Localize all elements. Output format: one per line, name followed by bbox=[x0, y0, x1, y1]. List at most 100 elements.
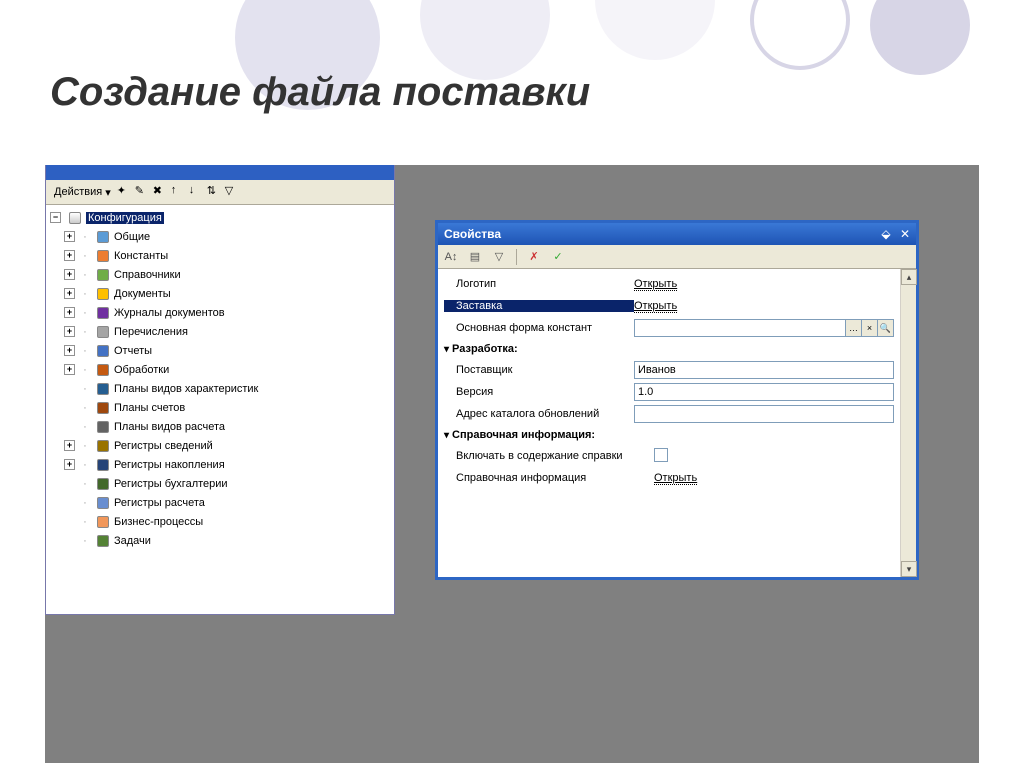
circle-deco bbox=[420, 0, 550, 80]
dev-section-header[interactable]: ▾ Разработка: bbox=[444, 339, 894, 359]
tree-item-label: Обработки bbox=[114, 364, 169, 376]
tree-item[interactable]: ·Планы видов характеристик bbox=[62, 379, 394, 398]
tree-connector: · bbox=[78, 421, 92, 433]
expand-toggle[interactable]: + bbox=[64, 250, 75, 261]
tree-connector: · bbox=[78, 440, 92, 452]
pin-icon[interactable]: ⬙ bbox=[881, 227, 890, 241]
tree-item-icon bbox=[95, 343, 111, 359]
panel-header-bar bbox=[46, 165, 394, 180]
tree-connector: · bbox=[78, 478, 92, 490]
properties-scrollbar[interactable]: ▴ ▾ bbox=[900, 269, 916, 577]
expand-toggle[interactable]: + bbox=[64, 269, 75, 280]
supplier-label: Поставщик bbox=[444, 364, 634, 376]
tree-item[interactable]: +·Регистры накопления bbox=[62, 455, 394, 474]
logo-open-link[interactable]: Открыть bbox=[634, 278, 677, 291]
filter-icon[interactable]: ▽ bbox=[225, 184, 241, 200]
tree-item[interactable]: +·Документы bbox=[62, 284, 394, 303]
splash-label[interactable]: Заставка bbox=[444, 300, 634, 312]
combo-ellipsis-icon[interactable]: … bbox=[845, 320, 861, 336]
combo-clear-icon[interactable]: × bbox=[861, 320, 877, 336]
tree-item-label: Регистры бухгалтерии bbox=[114, 478, 228, 490]
expand-toggle[interactable]: + bbox=[64, 459, 75, 470]
tree-item[interactable]: ·Планы счетов bbox=[62, 398, 394, 417]
panel-toolbar: Действия ▾ ✦ ✎ ✖ ↑ ↓ ⇅ ▽ bbox=[46, 180, 394, 205]
combo-search-icon[interactable]: 🔍 bbox=[877, 320, 893, 336]
tree-body: − Конфигурация +·Общие+·Константы+·Справ… bbox=[46, 205, 394, 614]
tree-item-icon bbox=[95, 476, 111, 492]
tree-item[interactable]: +·Отчеты bbox=[62, 341, 394, 360]
tree-item[interactable]: · Регистры расчета bbox=[62, 493, 394, 512]
tree-item-label: Справочники bbox=[114, 269, 181, 281]
tree-item[interactable]: +· Журналы документов bbox=[62, 303, 394, 322]
scroll-down-icon[interactable]: ▾ bbox=[901, 561, 917, 577]
toolbar-icon[interactable]: ↑ bbox=[171, 184, 187, 200]
tree-item[interactable]: +·Константы bbox=[62, 246, 394, 265]
expand-toggle[interactable]: + bbox=[64, 307, 75, 318]
tree-item-icon bbox=[95, 438, 111, 454]
tree-connector: · bbox=[78, 459, 92, 471]
tree-item[interactable]: ·Задачи bbox=[62, 531, 394, 550]
constants-form-combo[interactable]: … × 🔍 bbox=[634, 319, 894, 337]
tree-connector: · bbox=[78, 326, 92, 338]
tree-item[interactable]: · Регистры бухгалтерии bbox=[62, 474, 394, 493]
tree-item[interactable]: +·Обработки bbox=[62, 360, 394, 379]
apply-icon[interactable]: ✓ bbox=[549, 248, 567, 266]
supplier-input[interactable] bbox=[634, 361, 894, 379]
splash-open-link[interactable]: Открыть bbox=[634, 300, 677, 313]
tree-item-icon bbox=[95, 381, 111, 397]
expand-toggle[interactable]: + bbox=[64, 326, 75, 337]
help-info-open-link[interactable]: Открыть bbox=[654, 472, 697, 485]
circle-deco bbox=[870, 0, 970, 75]
help-section-header[interactable]: ▾ Справочная информация: bbox=[444, 425, 894, 445]
expand-toggle[interactable]: + bbox=[64, 345, 75, 356]
expand-toggle[interactable]: + bbox=[64, 440, 75, 451]
actions-menu[interactable]: Действия ▾ bbox=[50, 185, 115, 200]
tree-connector: · bbox=[78, 516, 92, 528]
update-address-label: Адрес каталога обновлений bbox=[444, 408, 634, 420]
tree-item-icon bbox=[95, 305, 111, 321]
tree-spacer bbox=[64, 478, 75, 489]
scroll-up-icon[interactable]: ▴ bbox=[901, 269, 917, 285]
tree-item[interactable]: ·Планы видов расчета bbox=[62, 417, 394, 436]
tree-connector: · bbox=[78, 497, 92, 509]
tree-item-label: Регистры расчета bbox=[114, 497, 205, 509]
include-help-checkbox[interactable] bbox=[654, 448, 668, 462]
toolbar-icon[interactable]: ✦ bbox=[117, 184, 133, 200]
tree-item[interactable]: +·Регистры сведений bbox=[62, 436, 394, 455]
version-input[interactable] bbox=[634, 383, 894, 401]
tree-root-label[interactable]: Конфигурация bbox=[86, 212, 164, 224]
config-tree-panel: Действия ▾ ✦ ✎ ✖ ↑ ↓ ⇅ ▽ − Конфигурация … bbox=[45, 165, 395, 615]
toolbar-icon[interactable]: ⇅ bbox=[207, 184, 223, 200]
tree-connector: · bbox=[78, 402, 92, 414]
tree-item-label: Общие bbox=[114, 231, 150, 243]
toolbar-icon[interactable]: ↓ bbox=[189, 184, 205, 200]
tree-item-icon bbox=[95, 495, 111, 511]
actions-label: Действия bbox=[54, 186, 102, 198]
tree-item-icon bbox=[95, 419, 111, 435]
filter-icon[interactable]: ▽ bbox=[490, 248, 508, 266]
tree-item-icon bbox=[95, 286, 111, 302]
toolbar-icon[interactable]: ✎ bbox=[135, 184, 151, 200]
constants-form-label: Основная форма констант bbox=[444, 322, 634, 334]
tree-item[interactable]: ·Бизнес-процессы bbox=[62, 512, 394, 531]
expand-toggle[interactable]: + bbox=[64, 364, 75, 375]
toolbar-icon[interactable]: ✖ bbox=[153, 184, 169, 200]
cancel-icon[interactable]: ✗ bbox=[525, 248, 543, 266]
tree-connector: · bbox=[78, 307, 92, 319]
sort-az-icon[interactable]: A↕ bbox=[442, 248, 460, 266]
tree-item[interactable]: +·Справочники bbox=[62, 265, 394, 284]
categorized-icon[interactable]: ▤ bbox=[466, 248, 484, 266]
tree-item[interactable]: +·Общие bbox=[62, 227, 394, 246]
include-help-label: Включать в содержание справки bbox=[444, 450, 654, 462]
tree-spacer bbox=[64, 383, 75, 394]
close-icon[interactable]: ✕ bbox=[900, 227, 910, 241]
expand-toggle[interactable]: + bbox=[64, 288, 75, 299]
tree-item-icon bbox=[95, 229, 111, 245]
update-address-input[interactable] bbox=[634, 405, 894, 423]
tree-connector: · bbox=[78, 345, 92, 357]
expand-toggle[interactable]: + bbox=[64, 231, 75, 242]
tree-item-label: Журналы документов bbox=[114, 307, 225, 319]
expand-toggle[interactable]: − bbox=[50, 212, 61, 223]
tree-spacer bbox=[64, 516, 75, 527]
tree-item[interactable]: +·Перечисления bbox=[62, 322, 394, 341]
